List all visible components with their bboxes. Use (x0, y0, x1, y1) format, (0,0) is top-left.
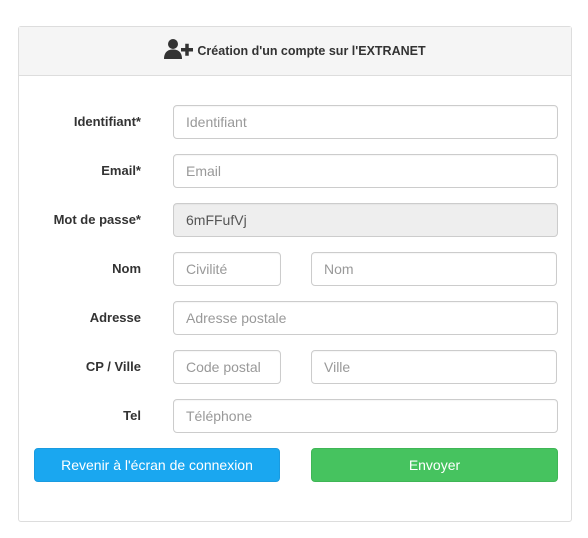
row-adresse: Adresse (19, 301, 571, 335)
identifiant-input[interactable] (173, 105, 558, 139)
page-title: Création d'un compte sur l'EXTRANET (197, 44, 426, 58)
identifiant-label: Identifiant* (73, 114, 141, 129)
password-input[interactable] (173, 203, 558, 237)
ville-input[interactable] (311, 350, 557, 384)
row-cp-ville: CP / Ville (19, 350, 571, 384)
send-button[interactable]: Envoyer (311, 448, 558, 482)
code-postal-input[interactable] (173, 350, 281, 384)
tel-label: Tel (123, 408, 141, 423)
user-plus-icon (164, 38, 194, 60)
email-input[interactable] (173, 154, 558, 188)
email-label: Email* (101, 163, 141, 178)
nom-label: Nom (112, 261, 141, 276)
cp-ville-label: CP / Ville (85, 359, 141, 374)
row-buttons: Revenir à l'écran de connexion Envoyer (19, 448, 571, 482)
civilite-input[interactable] (173, 252, 281, 286)
nom-input[interactable] (311, 252, 557, 286)
adresse-input[interactable] (173, 301, 558, 335)
row-email: Email* (19, 154, 571, 188)
telephone-input[interactable] (173, 399, 558, 433)
back-to-login-button[interactable]: Revenir à l'écran de connexion (34, 448, 280, 482)
row-password: Mot de passe* (19, 203, 571, 237)
row-tel: Tel (19, 399, 571, 433)
password-label: Mot de passe* (53, 212, 141, 227)
adresse-label: Adresse (89, 310, 141, 325)
panel-heading: Création d'un compte sur l'EXTRANET (19, 27, 571, 76)
account-creation-panel: Création d'un compte sur l'EXTRANET Iden… (18, 26, 572, 522)
row-nom: Nom (19, 252, 571, 286)
row-identifiant: Identifiant* (19, 105, 571, 139)
